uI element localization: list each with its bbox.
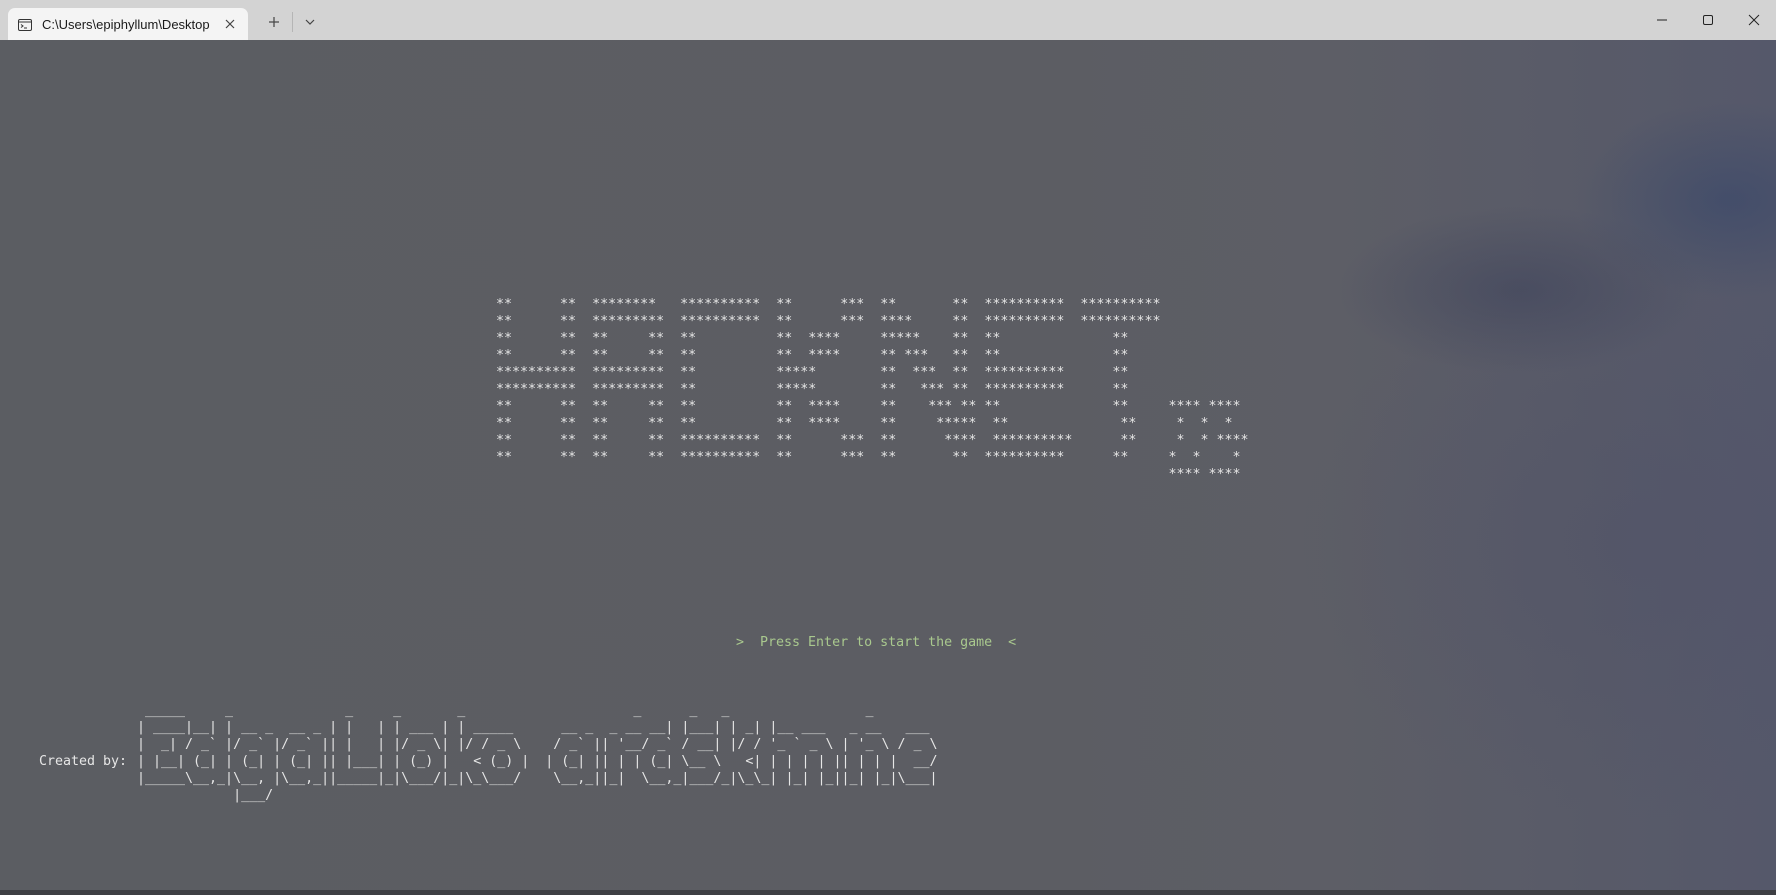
credits-ascii-art: _____ _ _ _ _ _ _ _ _ | ____|__| | __ _ … — [137, 703, 938, 803]
minimize-icon — [1657, 19, 1667, 21]
terminal-icon — [18, 17, 32, 31]
terminal-area[interactable]: ** ** ******** ********** ** *** ** ** *… — [0, 40, 1776, 895]
minimize-button[interactable] — [1639, 6, 1685, 34]
game-title-ascii-art: ** ** ******** ********** ** *** ** ** *… — [496, 297, 1249, 482]
close-tab-icon[interactable] — [222, 16, 238, 32]
credits-label: Created by: — [39, 754, 128, 769]
close-button[interactable] — [1731, 6, 1776, 34]
tab-title: C:\Users\epiphyllum\Desktop — [42, 16, 210, 32]
start-prompt: > Press Enter to start the game < — [736, 635, 1017, 650]
tab-terminal[interactable]: C:\Users\epiphyllum\Desktop — [8, 8, 248, 40]
close-icon — [1748, 14, 1760, 26]
maximize-icon — [1703, 15, 1713, 25]
maximize-button[interactable] — [1685, 6, 1731, 34]
plus-icon — [269, 17, 279, 27]
tab-dropdown-button[interactable] — [300, 12, 320, 32]
chevron-down-icon — [305, 19, 315, 25]
title-bar: C:\Users\epiphyllum\Desktop — [0, 0, 1776, 40]
bottom-edge — [0, 890, 1776, 895]
tab-divider — [292, 12, 293, 32]
new-tab-button[interactable] — [264, 12, 284, 32]
